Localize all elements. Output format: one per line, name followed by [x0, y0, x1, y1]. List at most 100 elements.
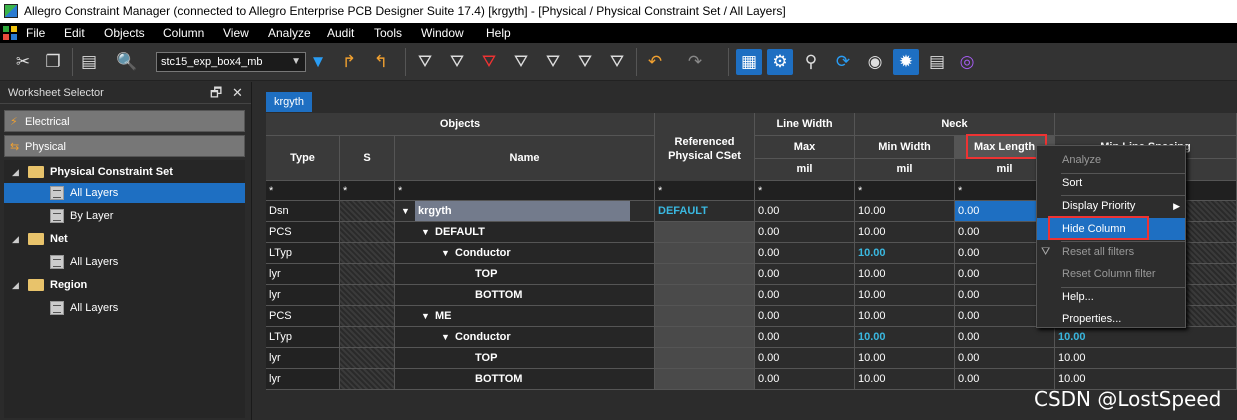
cell-max[interactable]: 0.00 [755, 243, 855, 264]
copy-icon[interactable]: ❐ [40, 49, 66, 75]
find-icon[interactable]: 🔍 [114, 49, 140, 75]
tree-item-physical-cset[interactable]: ◢ Physical Constraint Set [4, 162, 245, 182]
report-icon[interactable]: ▤ [924, 49, 950, 75]
menu-item-sort[interactable]: Sort [1037, 172, 1185, 194]
menu-item-properties[interactable]: Properties... [1037, 308, 1185, 330]
worksheet-icon[interactable]: ▦ [736, 49, 762, 75]
filter-icon[interactable]: ⛛ [444, 49, 470, 75]
cell-ref-cset[interactable] [655, 327, 755, 348]
filter-type[interactable]: * [266, 181, 340, 201]
cut-icon[interactable]: ✂ [10, 49, 36, 75]
cell-ref-cset[interactable] [655, 369, 755, 390]
cell-max[interactable]: 0.00 [755, 222, 855, 243]
filter-icon[interactable]: ⛛ [572, 49, 598, 75]
cell-ref-cset[interactable] [655, 348, 755, 369]
cell-name[interactable]: BOTTOM [395, 285, 655, 306]
filter-icon[interactable]: ⛛ [412, 49, 438, 75]
cell-min-width[interactable]: 10.00 [855, 243, 955, 264]
header-min-width[interactable]: Min Width [855, 136, 955, 159]
collapse-icon[interactable]: ▼ [421, 306, 430, 326]
menu-item-reset-column-filter[interactable]: Reset Column filter [1037, 263, 1185, 285]
tree-item-by-layer[interactable]: By Layer [4, 206, 245, 226]
cell-name[interactable]: BOTTOM [395, 369, 655, 390]
menu-item-display-priority[interactable]: Display Priority ▶ [1037, 195, 1185, 217]
cell-max[interactable]: 0.00 [755, 327, 855, 348]
design-select[interactable]: stc15_exp_box4_mb ▼ [156, 52, 306, 72]
cell-max[interactable]: 0.00 [755, 306, 855, 327]
tree-item-net-all-layers[interactable]: All Layers [4, 252, 245, 272]
cell-max[interactable]: 0.00 [755, 201, 855, 222]
close-icon[interactable]: ✕ [232, 82, 243, 104]
cell-min-width[interactable]: 10.00 [855, 264, 955, 285]
menu-file[interactable]: File [26, 23, 45, 43]
collapse-icon[interactable]: ▼ [421, 222, 430, 242]
header-s[interactable]: S [340, 136, 395, 181]
float-icon[interactable]: 🗗 [210, 82, 222, 104]
cell-min-width[interactable]: 10.00 [855, 348, 955, 369]
undo-icon[interactable]: ↶ [642, 49, 668, 75]
menu-tools[interactable]: Tools [374, 23, 402, 43]
tree-item-region-all-layers[interactable]: All Layers [4, 298, 245, 318]
filter-max[interactable]: * [755, 181, 855, 201]
filter-icon[interactable]: ⛛ [604, 49, 630, 75]
cell-min-width[interactable]: 10.00 [855, 285, 955, 306]
collapse-icon[interactable]: ▼ [441, 243, 450, 263]
cell-name[interactable]: TOP [395, 264, 655, 285]
settings-icon[interactable]: ⚙ [767, 49, 793, 75]
menu-view[interactable]: View [223, 23, 249, 43]
menu-objects[interactable]: Objects [104, 23, 145, 43]
refresh-icon[interactable]: ⟳ [830, 49, 856, 75]
tree-item-region[interactable]: ◢ Region [4, 275, 245, 295]
menu-item-analyze[interactable]: Analyze [1037, 149, 1185, 171]
physical-button[interactable]: ⇆ Physical [4, 135, 245, 157]
filter-name[interactable]: * [395, 181, 655, 201]
bookmark-icon[interactable]: ▼ [305, 49, 331, 75]
menu-window[interactable]: Window [421, 23, 464, 43]
electrical-button[interactable]: ⚡ Electrical [4, 110, 245, 132]
tool-icon[interactable]: ◉ [862, 49, 888, 75]
filter-s[interactable]: * [340, 181, 395, 201]
menu-help[interactable]: Help [486, 23, 511, 43]
filter-icon[interactable]: ⛛ [508, 49, 534, 75]
filter-cset[interactable]: * [655, 181, 755, 201]
cell-name[interactable]: ▼ Conductor [395, 327, 655, 348]
expand-icon[interactable]: ◢ [12, 229, 19, 249]
collapse-icon[interactable]: ▼ [441, 327, 450, 347]
redo-icon[interactable]: ↷ [682, 49, 708, 75]
header-max[interactable]: Max [755, 136, 855, 159]
cell-max[interactable]: 0.00 [755, 348, 855, 369]
cell-name[interactable]: ▼ DEFAULT [395, 222, 655, 243]
tree-item-net[interactable]: ◢ Net [4, 229, 245, 249]
menu-item-reset-all-filters[interactable]: ⛛ Reset all filters [1037, 241, 1185, 263]
menu-edit[interactable]: Edit [64, 23, 85, 43]
menu-column[interactable]: Column [163, 23, 204, 43]
cell-ref-cset[interactable] [655, 243, 755, 264]
tab-krgyth[interactable]: krgyth [266, 92, 312, 112]
filter-icon[interactable]: ⛛ [540, 49, 566, 75]
bookmark-next-icon[interactable]: ↱ [336, 49, 362, 75]
cell-name[interactable]: ▼ krgyth [395, 201, 655, 222]
cell-max-length[interactable]: 0.00 [955, 348, 1055, 369]
paste-icon[interactable]: ▤ [76, 49, 102, 75]
menu-audit[interactable]: Audit [327, 23, 354, 43]
cell-min-width[interactable]: 10.00 [855, 369, 955, 390]
filter-min-width[interactable]: * [855, 181, 955, 201]
cell-spacing[interactable]: 10.00 [1055, 327, 1237, 348]
cell-min-width[interactable]: 10.00 [855, 327, 955, 348]
cell-min-width[interactable]: 10.00 [855, 222, 955, 243]
cell-name[interactable]: ▼ Conductor [395, 243, 655, 264]
analyze-icon[interactable]: ✹ [893, 49, 919, 75]
cell-ref-cset[interactable]: DEFAULT [655, 201, 755, 222]
expand-icon[interactable]: ◢ [12, 275, 19, 295]
cell-min-width[interactable]: 10.00 [855, 201, 955, 222]
cell-ref-cset[interactable] [655, 306, 755, 327]
cell-ref-cset[interactable] [655, 285, 755, 306]
tool-icon[interactable]: ⚲ [798, 49, 824, 75]
cell-max-length[interactable]: 0.00 [955, 327, 1055, 348]
cell-name[interactable]: ▼ ME [395, 306, 655, 327]
menu-item-help[interactable]: Help... [1037, 286, 1185, 308]
cell-max[interactable]: 0.00 [755, 264, 855, 285]
table-row[interactable]: lyr1TOP0.0010.000.0010.00 [266, 348, 1237, 369]
cell-max[interactable]: 0.00 [755, 285, 855, 306]
search-icon[interactable]: ◎ [954, 49, 980, 75]
